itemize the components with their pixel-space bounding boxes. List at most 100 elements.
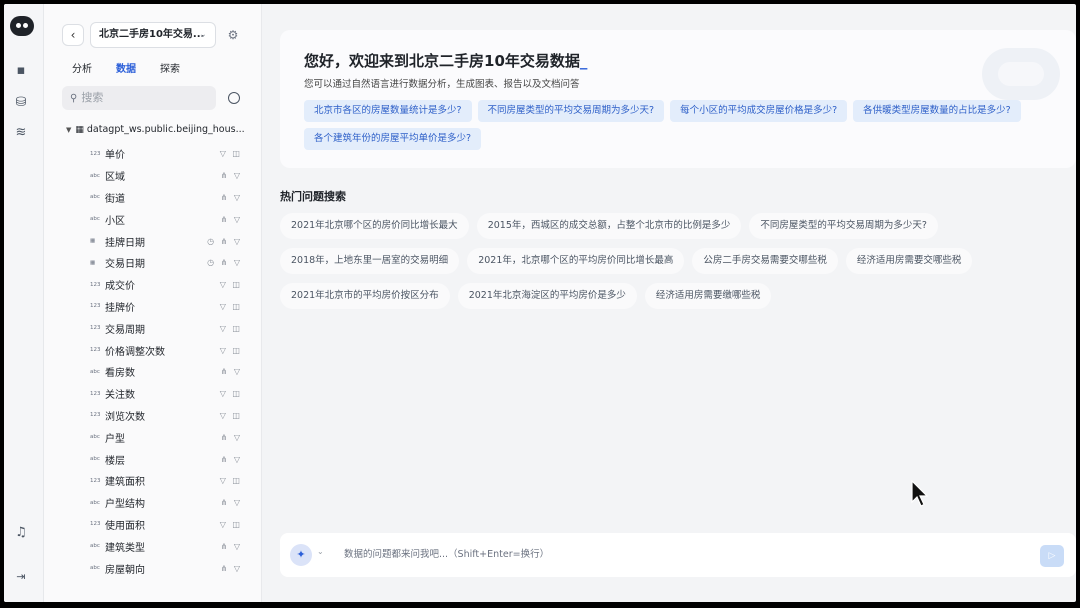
field-row[interactable]: abc 户型结构 ⋔ ▽ xyxy=(90,492,250,514)
field-row[interactable]: abc 房屋朝向 ⋔ ▽ xyxy=(90,557,250,579)
field-row[interactable]: 123 交易周期 ▽ ◫ xyxy=(90,317,250,339)
datasource-select[interactable]: 北京二手房10年交易... ⌄ xyxy=(90,22,216,48)
suggestion-chip[interactable]: 北京市各区的房屋数量统计是多少? xyxy=(304,100,472,122)
field-action-icons[interactable]: ▽ ◫ xyxy=(220,411,242,420)
hot-question-chip[interactable]: 不同房屋类型的平均交易周期为多少天? xyxy=(749,213,938,239)
table-tree-node[interactable]: ▼ ▦ datagpt_ws.public.beijing_hous... xyxy=(66,124,256,135)
hot-question-chip[interactable]: 2021年北京哪个区的房价同比增长最大 xyxy=(280,213,469,239)
field-action-icons[interactable]: ◷ ⋔ ▽ xyxy=(207,237,242,246)
field-action-icons[interactable]: ⋔ ▽ xyxy=(221,498,242,507)
hot-question-chip[interactable]: 公房二手房交易需要交哪些税 xyxy=(692,248,838,274)
caret-down-icon[interactable]: ▼ xyxy=(66,126,71,134)
field-label: 交易日期 xyxy=(105,259,145,271)
send-button[interactable]: ▷ xyxy=(1040,545,1064,567)
field-label: 交易周期 xyxy=(105,324,145,336)
mouse-cursor-icon xyxy=(911,480,929,507)
field-type-icon: 123 xyxy=(90,477,101,484)
field-row[interactable]: ▦ 挂牌日期 ◷ ⋔ ▽ xyxy=(90,230,250,252)
field-action-icons[interactable]: ◷ ⋔ ▽ xyxy=(207,258,242,267)
tab-data[interactable]: 数据 xyxy=(116,60,136,75)
chat-composer: ✦ ⌄ 数据的问题都来问我吧...（Shift+Enter=换行） ▷ xyxy=(280,533,1076,577)
field-action-icons[interactable]: ⋔ ▽ xyxy=(221,433,242,442)
agent-avatar-icon[interactable]: ✦ xyxy=(290,544,312,566)
field-action-icons[interactable]: ▽ ◫ xyxy=(220,324,242,333)
datasource-name: 北京二手房10年交易... xyxy=(99,29,205,40)
field-action-icons[interactable]: ▽ ◫ xyxy=(220,280,242,289)
field-label: 建筑面积 xyxy=(105,477,145,489)
tab-explore[interactable]: 探索 xyxy=(160,60,180,75)
database-icon[interactable]: ⛁ xyxy=(12,94,30,112)
field-action-icons[interactable]: ▽ ◫ xyxy=(220,302,242,311)
field-label: 成交价 xyxy=(105,281,135,293)
field-action-icons[interactable]: ⋔ ▽ xyxy=(221,367,242,376)
field-action-icons[interactable]: ⋔ ▽ xyxy=(221,455,242,464)
back-button[interactable]: ‹ xyxy=(62,24,84,46)
bell-icon[interactable]: ♫ xyxy=(12,524,30,542)
field-row[interactable]: 123 单价 ▽ ◫ xyxy=(90,143,250,165)
field-row[interactable]: 123 成交价 ▽ ◫ xyxy=(90,274,250,296)
field-action-icons[interactable]: ⋔ ▽ xyxy=(221,215,242,224)
field-label: 户型结构 xyxy=(105,499,145,511)
field-label: 房屋朝向 xyxy=(105,564,145,576)
field-action-icons[interactable]: ⋔ ▽ xyxy=(221,171,242,180)
field-label: 区域 xyxy=(105,172,125,184)
field-row[interactable]: abc 看房数 ⋔ ▽ xyxy=(90,361,250,383)
field-row[interactable]: abc 楼层 ⋔ ▽ xyxy=(90,448,250,470)
field-row[interactable]: abc 户型 ⋔ ▽ xyxy=(90,426,250,448)
field-type-icon: 123 xyxy=(90,390,101,397)
tab-analysis[interactable]: 分析 xyxy=(72,60,92,75)
field-row[interactable]: 123 关注数 ▽ ◫ xyxy=(90,383,250,405)
field-row[interactable]: abc 区域 ⋔ ▽ xyxy=(90,165,250,187)
field-label: 单价 xyxy=(105,150,125,162)
field-label: 建筑类型 xyxy=(105,542,145,554)
expand-icon[interactable]: ⇥ xyxy=(12,568,30,586)
field-row[interactable]: abc 小区 ⋔ ▽ xyxy=(90,208,250,230)
field-label: 价格调整次数 xyxy=(105,346,165,358)
field-type-icon: abc xyxy=(90,368,100,375)
chevron-down-icon[interactable]: ⌄ xyxy=(317,547,324,556)
field-action-icons[interactable]: ⋔ ▽ xyxy=(221,564,242,573)
field-action-icons[interactable]: ▽ ◫ xyxy=(220,149,242,158)
suggestion-chip[interactable]: 每个小区的平均成交房屋价格是多少? xyxy=(670,100,848,122)
field-row[interactable]: 123 使用面积 ▽ ◫ xyxy=(90,514,250,536)
field-row[interactable]: ▦ 交易日期 ◷ ⋔ ▽ xyxy=(90,252,250,274)
field-row[interactable]: 123 挂牌价 ▽ ◫ xyxy=(90,296,250,318)
search-input[interactable]: ⚲ 搜索 xyxy=(62,86,216,110)
layers-icon[interactable]: ≋ xyxy=(12,124,30,142)
hot-question-chip[interactable]: 2015年，西城区的成交总额，占整个北京市的比例是多少 xyxy=(476,213,742,239)
chat-input[interactable]: 数据的问题都来问我吧...（Shift+Enter=换行） xyxy=(344,533,944,577)
hot-question-chip[interactable]: 2021年，北京哪个区的平均房价同比增长最高 xyxy=(467,248,685,274)
field-label: 户型 xyxy=(105,433,125,445)
field-type-icon: 123 xyxy=(90,347,101,354)
hot-question-chip[interactable]: 2018年，上地东里一居室的交易明细 xyxy=(280,248,460,274)
suggestion-chip[interactable]: 不同房屋类型的平均交易周期为多少天? xyxy=(477,100,665,122)
bulb-icon[interactable] xyxy=(228,92,240,104)
field-label: 挂牌日期 xyxy=(105,237,145,249)
field-type-icon: abc xyxy=(90,194,100,201)
suggestion-chip[interactable]: 各供暖类型房屋数量的占比是多少? xyxy=(853,100,1021,122)
hot-question-chip[interactable]: 2021年北京海淀区的平均房价是多少 xyxy=(457,283,637,309)
field-row[interactable]: 123 建筑面积 ▽ ◫ xyxy=(90,470,250,492)
field-type-icon: abc xyxy=(90,543,100,550)
field-label: 使用面积 xyxy=(105,520,145,532)
chat-icon[interactable]: ▪ xyxy=(12,62,30,80)
field-row[interactable]: 123 浏览次数 ▽ ◫ xyxy=(90,405,250,427)
hot-question-chip[interactable]: 经济适用房需要缴哪些税 xyxy=(644,283,772,309)
field-action-icons[interactable]: ▽ ◫ xyxy=(220,346,242,355)
field-action-icons[interactable]: ▽ ◫ xyxy=(220,389,242,398)
field-action-icons[interactable]: ⋔ ▽ xyxy=(221,193,242,202)
field-row[interactable]: abc 街道 ⋔ ▽ xyxy=(90,187,250,209)
hot-question-chip[interactable]: 经济适用房需要交哪些税 xyxy=(845,248,973,274)
field-action-icons[interactable]: ▽ ◫ xyxy=(220,520,242,529)
field-type-icon: abc xyxy=(90,456,100,463)
field-action-icons[interactable]: ▽ ◫ xyxy=(220,476,242,485)
field-row[interactable]: 123 价格调整次数 ▽ ◫ xyxy=(90,339,250,361)
send-icon: ▷ xyxy=(1048,551,1056,561)
field-type-icon: 123 xyxy=(90,281,101,288)
hot-question-chip[interactable]: 2021年北京市的平均房价按区分布 xyxy=(280,283,450,309)
field-action-icons[interactable]: ⋔ ▽ xyxy=(221,542,242,551)
field-label: 关注数 xyxy=(105,390,135,402)
gear-icon[interactable]: ⚙ xyxy=(226,28,240,42)
suggestion-chip[interactable]: 各个建筑年份的房屋平均单价是多少? xyxy=(304,128,482,150)
field-row[interactable]: abc 建筑类型 ⋔ ▽ xyxy=(90,535,250,557)
